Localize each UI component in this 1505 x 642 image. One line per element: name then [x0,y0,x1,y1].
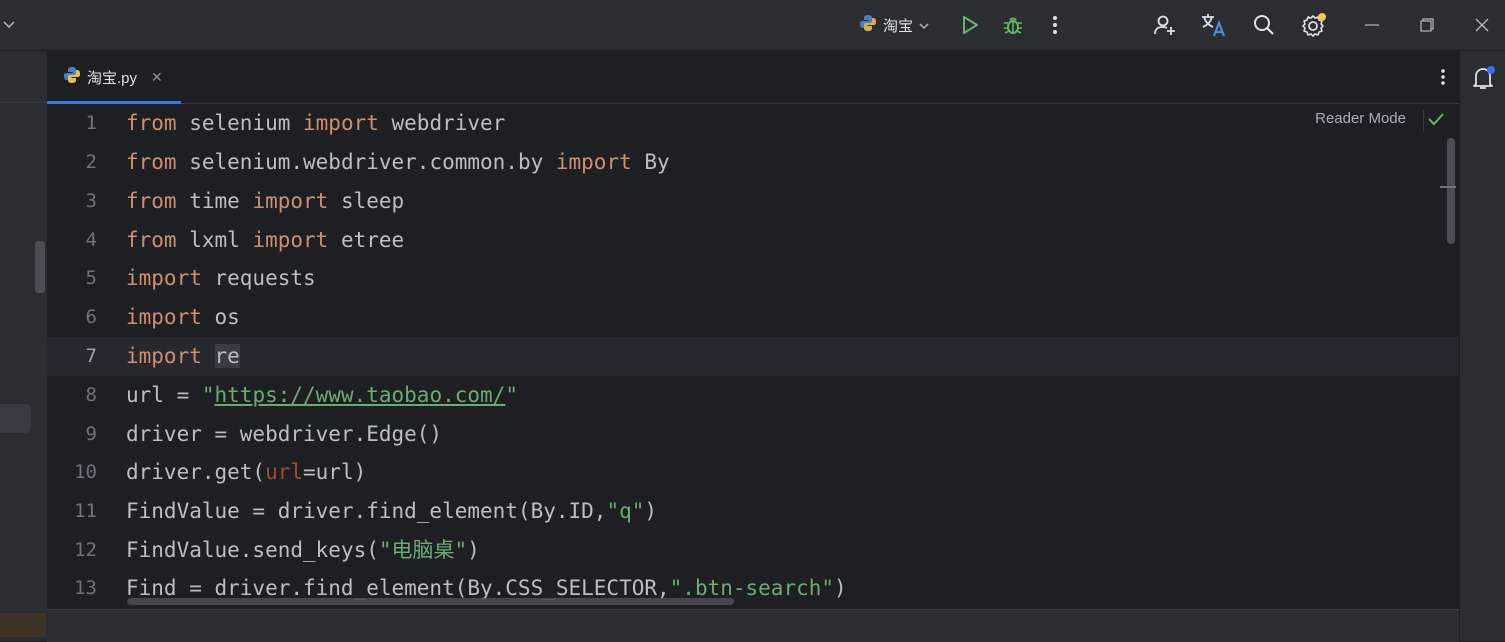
bell-icon [1473,66,1495,89]
line-number: 3 [85,190,97,212]
scrollbar-marker [1440,186,1456,188]
code-text: import requests [126,266,316,290]
code-line-8[interactable]: 8 url = "https://www.taobao.com/" [47,376,1458,415]
more-vertical-icon [1441,69,1445,85]
highlighted-tree-item[interactable] [0,613,46,637]
editor-tab-bar: 淘宝.py ✕ [47,51,1459,104]
code-text: driver = webdriver.Edge() [126,422,443,446]
restore-button[interactable] [1409,0,1445,50]
more-actions-button[interactable] [1037,0,1073,50]
right-tool-strip [1459,51,1505,641]
code-with-me-button[interactable] [1147,0,1183,50]
code-line-3[interactable]: 3 from time import sleep [47,182,1458,221]
line-number: 6 [85,306,97,328]
line-number: 4 [85,229,97,251]
python-icon [859,14,877,36]
code-line-1[interactable]: 1 from selenium import webdriver [47,104,1458,143]
horizontal-scrollbar[interactable] [127,598,734,605]
code-text: from time import sleep [126,189,405,213]
left-tool-panel [0,51,47,641]
divider [0,102,47,103]
close-icon [1475,18,1489,32]
code-line-4[interactable]: 4 from lxml import etree [47,221,1458,260]
line-number: 12 [74,539,97,561]
highlighted-identifier: re [214,344,240,368]
search-icon [1254,15,1274,35]
line-number: 5 [85,267,97,289]
tab-options-button[interactable] [1441,51,1445,103]
tab-close-icon[interactable]: ✕ [151,69,163,86]
debug-button[interactable] [995,0,1031,50]
code-text: from selenium import webdriver [126,111,506,135]
restore-icon [1420,18,1434,32]
line-number: 11 [74,500,97,522]
more-vertical-icon [1053,16,1057,34]
code-line-5[interactable]: 5 import requests [47,259,1458,298]
code-line-9[interactable]: 9 driver = webdriver.Edge() [47,415,1458,454]
vertical-scrollbar[interactable] [1447,138,1455,244]
minimize-button[interactable] [1354,0,1390,50]
translate-icon [1202,14,1226,37]
code-line-11[interactable]: 11 FindValue = driver.find_element(By.ID… [47,492,1458,531]
translate-button[interactable] [1196,0,1232,50]
run-configuration-selector[interactable]: 淘宝 [852,0,936,50]
tab-label: 淘宝.py [87,69,138,87]
code-line-2[interactable]: 2 from selenium.webdriver.common.by impo… [47,143,1458,182]
code-text: from lxml import etree [126,228,405,252]
code-editor[interactable]: 1 from selenium import webdriver 2 from … [47,104,1458,609]
bottom-panel-strip [47,609,1459,642]
run-configuration-label: 淘宝 [882,17,913,35]
line-number: 2 [85,151,97,173]
add-user-icon [1154,15,1175,35]
code-text: import os [126,305,240,329]
reader-mode-toggle[interactable]: Reader Mode [1315,110,1406,127]
panel-scrollbar[interactable] [35,241,45,293]
settings-button[interactable] [1296,0,1332,50]
code-text: url = "https://www.taobao.com/" [126,383,518,407]
inspections-ok-icon[interactable] [1428,112,1444,131]
line-number: 9 [85,423,97,445]
url-link: https://www.taobao.com/ [214,383,506,407]
code-text: driver.get(url=url) [126,460,367,484]
selected-tree-item[interactable] [0,404,31,433]
debug-icon [1004,17,1022,34]
notifications-button[interactable] [1472,65,1496,96]
run-icon [963,16,978,34]
minimize-icon [1365,24,1379,26]
main-menu-chevron-icon[interactable] [0,0,18,50]
tab-taobao-py[interactable]: 淘宝.py ✕ [47,51,181,104]
close-window-button[interactable] [1464,0,1500,50]
code-text: FindValue = driver.find_element(By.ID,"q… [126,499,658,523]
line-number: 10 [74,461,97,483]
line-number: 8 [85,384,97,406]
code-text: FindValue.send_keys("电脑桌") [126,538,480,562]
code-text: from selenium.webdriver.common.by import… [126,150,670,174]
line-number: 13 [74,577,97,599]
code-line-12[interactable]: 12 FindValue.send_keys("电脑桌") [47,531,1458,570]
run-button[interactable] [952,0,988,50]
title-bar: 淘宝 [0,0,1505,51]
python-file-icon [63,66,81,88]
code-text: import re [126,344,240,368]
search-button[interactable] [1246,0,1282,50]
code-line-7-current[interactable]: 7 import re [47,337,1458,376]
divider [1423,110,1424,132]
chevron-down-icon [919,17,929,34]
code-line-6[interactable]: 6 import os [47,298,1458,337]
settings-icon [1302,13,1326,37]
line-number: 1 [85,112,97,134]
code-line-10[interactable]: 10 driver.get(url=url) [47,453,1458,492]
line-number: 7 [85,345,97,367]
